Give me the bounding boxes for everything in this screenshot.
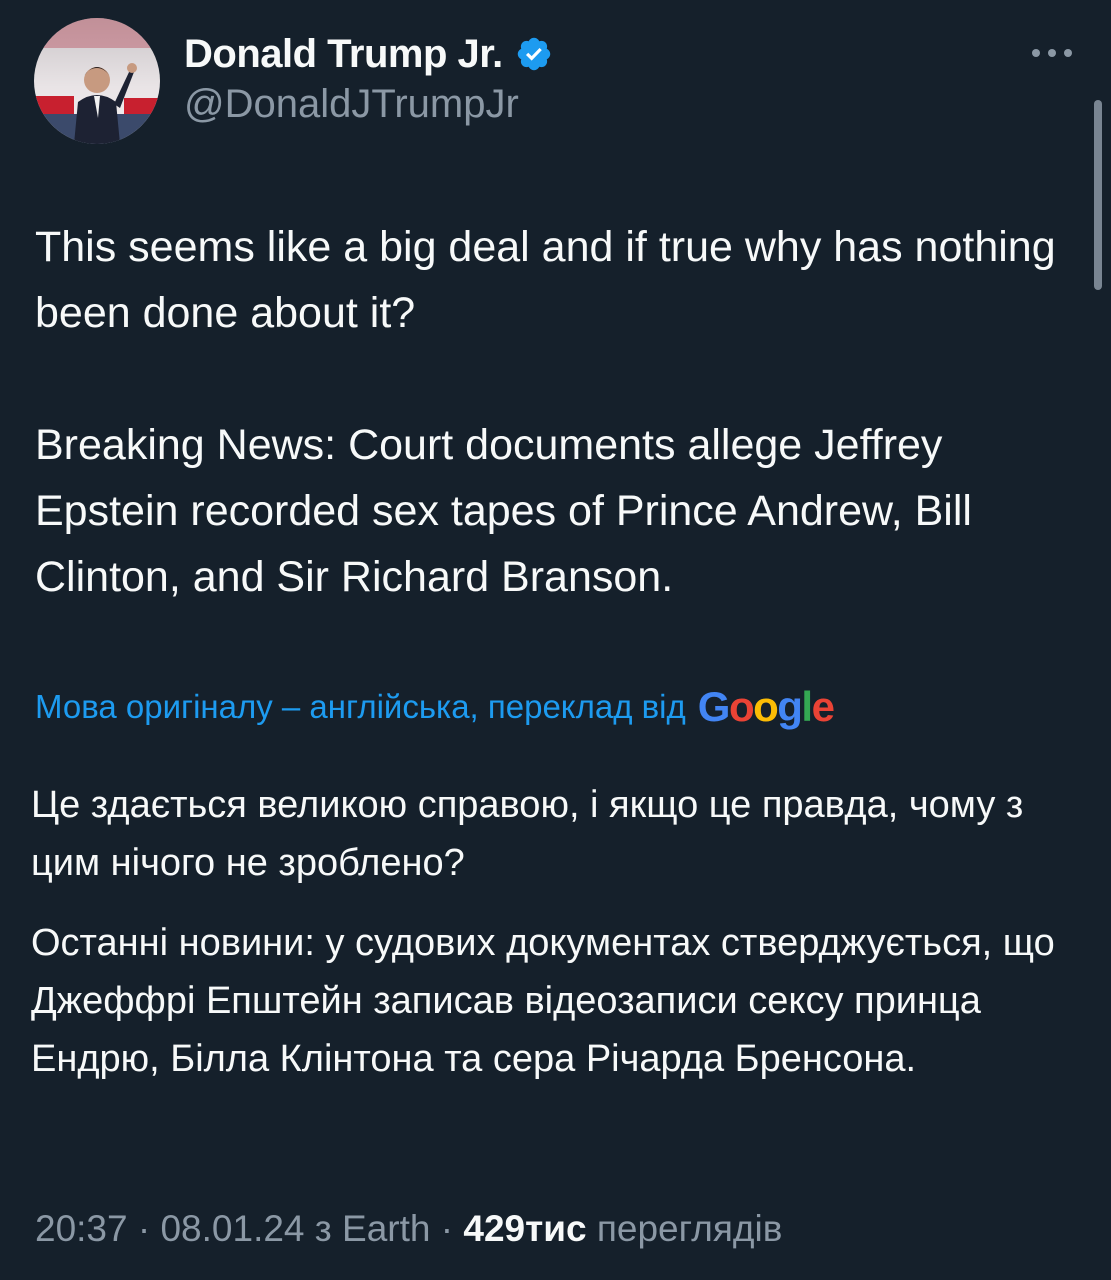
author-name-row[interactable]: Donald Trump Jr. [184,28,553,80]
tweet-paragraph: This seems like a big deal and if true w… [35,223,1056,337]
verified-badge-icon [515,35,553,73]
author-display-name[interactable]: Donald Trump Jr. [184,32,503,77]
google-logo-letter: l [801,683,813,730]
google-logo-letter: g [777,683,803,730]
tweet-time[interactable]: 20:37 [35,1208,128,1249]
translation-note-text: Мова оригіналу – англійська, переклад ві… [35,688,686,725]
google-logo-letter: e [811,683,835,730]
meta-separator: · [440,1208,454,1249]
views-label: переглядів [596,1208,783,1249]
avatar[interactable] [34,18,160,144]
meta-separator: · [137,1208,151,1249]
translated-paragraph: Це здається великою справою, і якщо це п… [31,784,1024,884]
author-handle[interactable]: @DonaldJTrumpJr [184,82,519,127]
google-logo-letter: o [753,683,779,730]
google-logo-letter: G [697,683,731,730]
more-options-icon[interactable] [1026,38,1078,68]
tweet-paragraph: Breaking News: Court documents allege Je… [35,421,972,601]
translated-text: Це здається великою справою, і якщо це п… [31,776,1081,1088]
tweet-meta: 20:37 · 08.01.24 з Earth · 429тис перегл… [35,1208,782,1250]
views-count[interactable]: 429тис [463,1208,586,1249]
tweet-text: This seems like a big deal and if true w… [35,214,1075,610]
translation-attribution[interactable]: Мова оригіналу – англійська, переклад ві… [35,683,835,731]
tweet-source: з Earth [314,1208,431,1249]
google-logo-letter: o [728,683,755,730]
translated-paragraph: Останні новини: у судових документах ств… [31,922,1055,1080]
tweet-date[interactable]: 08.01.24 [160,1208,304,1249]
scrollbar[interactable] [1094,100,1102,290]
avatar-image [34,18,160,144]
google-logo: Google [697,683,835,731]
